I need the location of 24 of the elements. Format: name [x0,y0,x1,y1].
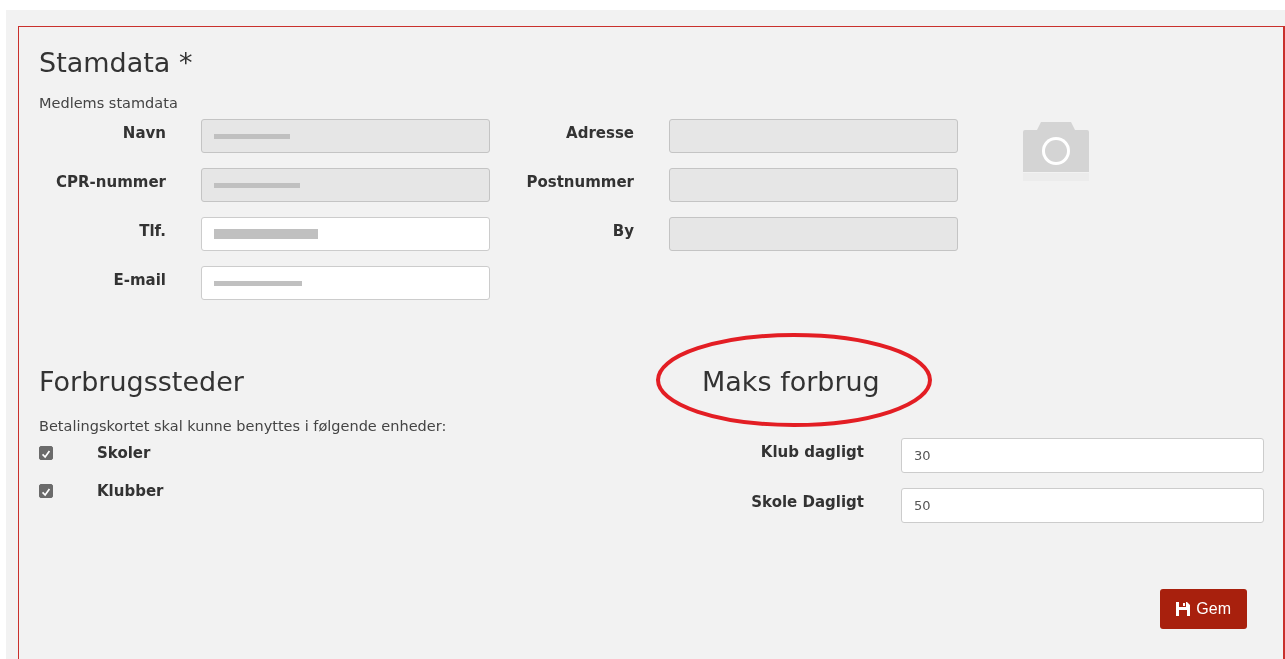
input-field[interactable]: 50 [901,488,1264,523]
checkbox[interactable] [39,446,53,460]
field-label: Tlf. [138,221,166,240]
field-label: CPR-nummer [55,172,166,191]
section-title: Forbrugssteder [39,365,245,399]
field-label: Postnummer [525,172,634,191]
checkbox-label: Klubber [97,482,164,500]
camera-icon[interactable] [1023,120,1091,182]
checkbox-label: Skoler [97,444,151,462]
section-description: Betalingskortet skal kunne benyttes i følgende enheder: [39,418,448,434]
field-label: By [611,221,634,240]
section-title: Stamdata * [39,46,194,80]
input-field[interactable] [201,217,490,251]
field-label: Skole Dagligt [750,492,864,511]
field-label: E-mail [112,270,166,289]
field-label: Adresse [565,123,634,142]
field-label: Navn [121,123,166,142]
input-field[interactable] [201,266,490,300]
field-label: Klub dagligt [759,442,864,461]
section-subtitle: Medlems stamdata [39,95,179,111]
section-title: Maks forbrug [702,365,881,399]
checkbox[interactable] [39,484,53,498]
save-button[interactable]: Gem [1160,589,1247,629]
input-field[interactable]: 30 [901,438,1264,473]
